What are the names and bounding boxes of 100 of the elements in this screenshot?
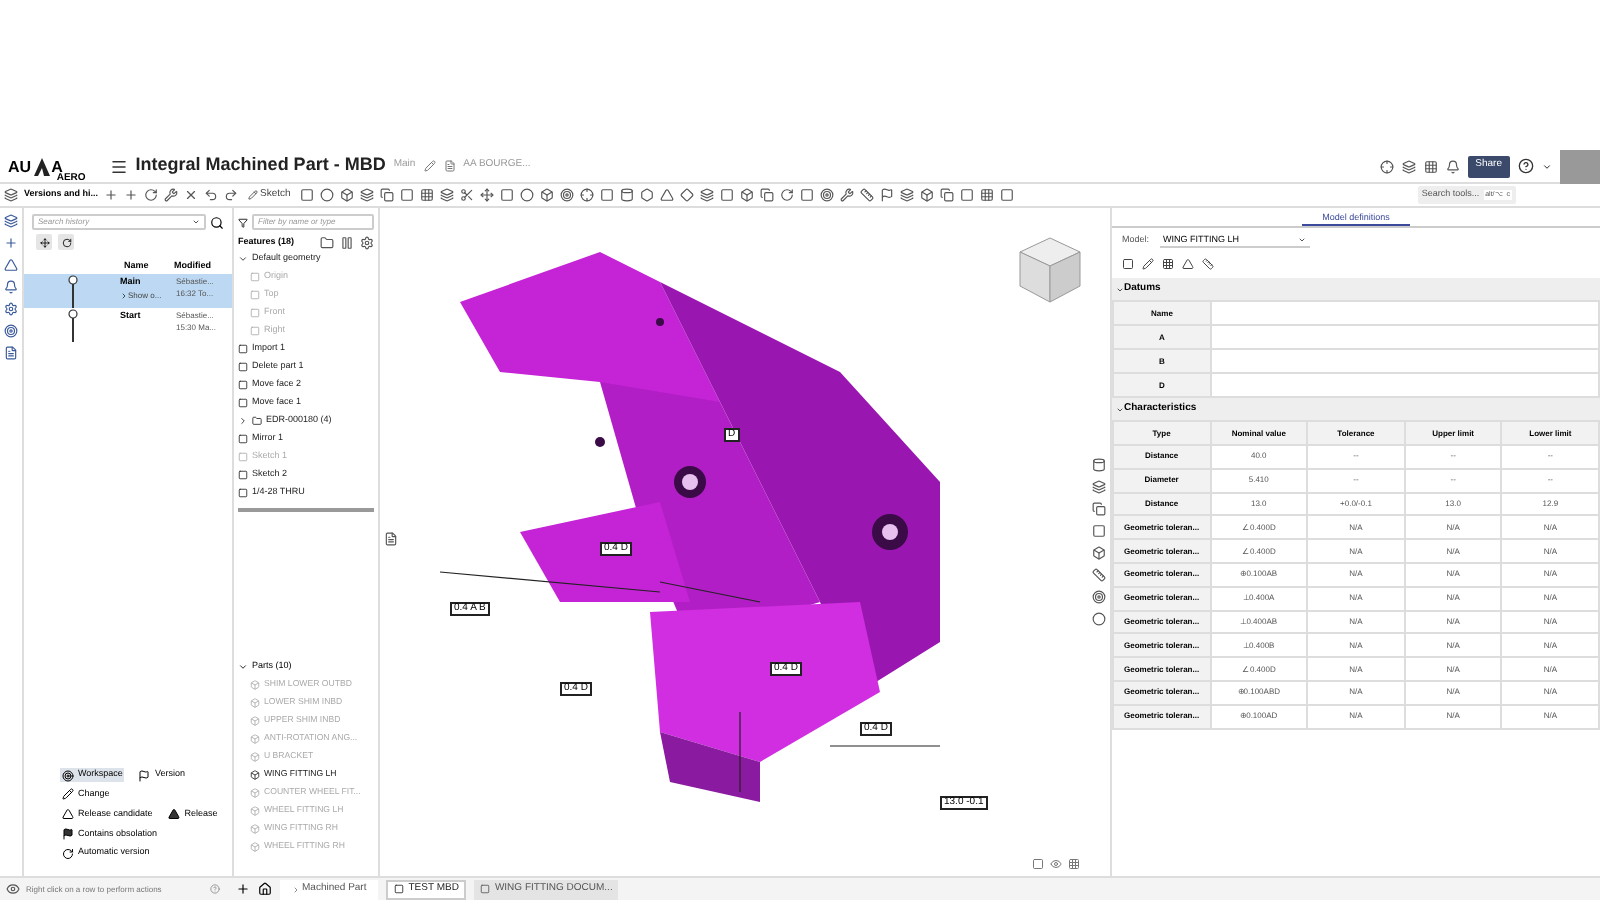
redo-icon[interactable]: [224, 188, 239, 202]
menu-icon[interactable]: [109, 157, 128, 175]
tool-icon[interactable]: [620, 188, 635, 202]
part-icon: [250, 842, 260, 852]
document-title: Integral Machined Part - MBD: [135, 152, 386, 179]
tool-icon[interactable]: [1000, 188, 1015, 202]
part-icon: [250, 752, 260, 762]
tool-icon[interactable]: [960, 188, 975, 202]
logo-icon: [33, 157, 50, 175]
grid-icon[interactable]: [1423, 159, 1438, 173]
tool-icon[interactable]: [380, 188, 395, 202]
tool-icon[interactable]: [920, 188, 935, 202]
move-icon: [39, 237, 49, 247]
home-icon[interactable]: [258, 882, 272, 896]
edit-icon[interactable]: [423, 160, 436, 172]
view-option-icon[interactable]: [1032, 858, 1044, 870]
auto-toggle-button[interactable]: [58, 234, 74, 250]
tool-icon[interactable]: [780, 188, 795, 202]
tool-icon[interactable]: [340, 188, 355, 202]
versions-icon[interactable]: [4, 188, 18, 202]
tool-icon[interactable]: [900, 188, 915, 202]
panel-icon[interactable]: [384, 532, 398, 546]
settings-icon[interactable]: [360, 236, 374, 250]
part-icon: [250, 770, 260, 780]
tool-icon[interactable]: [700, 188, 715, 202]
tool-icon[interactable]: [720, 188, 735, 202]
add-tab-icon[interactable]: [236, 882, 250, 896]
tool-icon[interactable]: [440, 188, 455, 202]
auto-version-icon: [62, 847, 74, 860]
tool-icon[interactable]: [420, 188, 435, 202]
panel-toggle-icon[interactable]: [6, 882, 20, 896]
model-tool-icon[interactable]: [1162, 258, 1174, 270]
view-tool-icon[interactable]: [1092, 458, 1106, 472]
tools-icon[interactable]: [164, 188, 179, 202]
pause-icon[interactable]: [340, 236, 354, 250]
tool-icon[interactable]: [600, 188, 615, 202]
part-icon: [250, 806, 260, 816]
apps-icon[interactable]: [1401, 159, 1416, 173]
caret-icon[interactable]: [1542, 161, 1552, 171]
sidebar-icon[interactable]: [4, 236, 18, 250]
tool-icon[interactable]: [360, 188, 375, 202]
filter-icon[interactable]: [238, 217, 248, 227]
branch-icon[interactable]: [124, 188, 139, 202]
tool-icon[interactable]: [480, 188, 495, 202]
branch-filter-button[interactable]: [36, 234, 52, 250]
tool-icon[interactable]: [540, 188, 555, 202]
chevron-down-icon[interactable]: [238, 662, 248, 672]
part-icon: [250, 734, 260, 744]
view-tool-icon[interactable]: [1092, 546, 1106, 560]
tool-icon[interactable]: [760, 188, 775, 202]
view-option-icon[interactable]: [1068, 858, 1080, 870]
document-icon[interactable]: [443, 160, 456, 172]
folder-icon[interactable]: [320, 236, 334, 250]
logo-text: A: [51, 159, 63, 175]
change-icon: [62, 788, 74, 801]
tool-icon[interactable]: [840, 188, 855, 202]
chevron-down-icon[interactable]: [238, 254, 248, 264]
refresh-icon[interactable]: [144, 188, 159, 202]
view-option-icon[interactable]: [1050, 858, 1062, 870]
search-icon[interactable]: [210, 215, 224, 229]
sidebar-icon[interactable]: [4, 324, 18, 338]
notification-icon[interactable]: [1445, 159, 1460, 173]
sidebar-icon[interactable]: [4, 280, 18, 294]
sidebar-icon[interactable]: [4, 302, 18, 316]
version-icon: [138, 769, 151, 782]
sidebar-icon[interactable]: [4, 258, 18, 272]
view-tool-icon[interactable]: [1092, 524, 1106, 538]
workspace-icon: [62, 769, 74, 782]
tool-icon[interactable]: [980, 188, 995, 202]
part-icon: [250, 698, 260, 708]
folder-icon: [252, 416, 262, 426]
view-tool-icon[interactable]: [1092, 568, 1106, 582]
add-icon[interactable]: [104, 188, 119, 202]
tool-icon[interactable]: [880, 188, 895, 202]
model-tool-icon[interactable]: [1182, 258, 1194, 270]
tool-icon[interactable]: [740, 188, 755, 202]
tool-icon[interactable]: [940, 188, 955, 202]
help-icon[interactable]: [1518, 158, 1534, 174]
view-tool-icon[interactable]: [1092, 480, 1106, 494]
tool-icon[interactable]: [580, 188, 595, 202]
tool-icon[interactable]: [560, 188, 575, 202]
tool-icon[interactable]: [460, 188, 475, 202]
undo-icon[interactable]: [204, 188, 219, 202]
triangle-icon: [62, 808, 74, 821]
variable-icon[interactable]: [1379, 159, 1394, 173]
close-icon[interactable]: [184, 188, 199, 202]
tool-icon[interactable]: [640, 188, 655, 202]
part-icon: [250, 680, 260, 690]
logo-text: AU: [8, 159, 32, 175]
model-tool-icon[interactable]: [1202, 258, 1214, 270]
tool-icon[interactable]: [860, 188, 875, 202]
tool-icon[interactable]: [400, 188, 415, 202]
pencil-icon: [248, 190, 259, 200]
sidebar-icon[interactable]: [4, 346, 18, 360]
part-icon: [250, 824, 260, 834]
document-icon: [394, 884, 405, 894]
chevron-right-icon[interactable]: [238, 416, 248, 426]
sidebar-icon[interactable]: [4, 214, 18, 228]
release-icon: [168, 808, 181, 821]
view-tool-icon[interactable]: [1092, 502, 1106, 516]
